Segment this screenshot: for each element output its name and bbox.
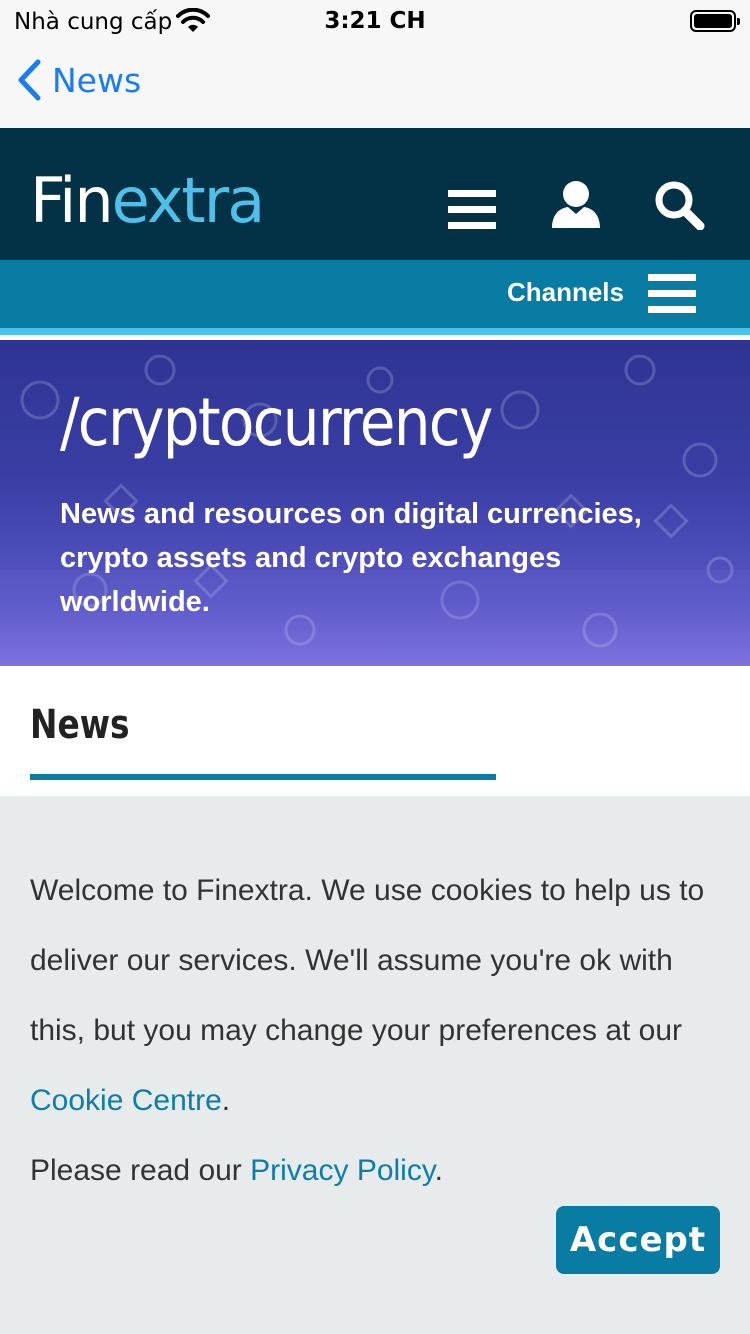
chevron-left-icon: [18, 59, 41, 101]
battery-icon: [690, 10, 740, 32]
news-section-header: News: [0, 666, 750, 796]
menu-icon[interactable]: [448, 190, 496, 230]
channels-menu-icon[interactable]: [648, 274, 696, 314]
privacy-policy-link[interactable]: Privacy Policy: [250, 1154, 434, 1187]
cookie-message-end: .: [221, 1084, 231, 1117]
logo-text-fin: Fin: [30, 164, 114, 237]
hero-description: News and resources on digital currencies…: [60, 498, 642, 618]
site-header: Finextra: [0, 128, 750, 260]
section-heading-underline: [30, 774, 496, 780]
back-button[interactable]: News: [16, 58, 141, 102]
hero-title: /cryptocurrency: [60, 384, 493, 461]
search-icon[interactable]: [654, 180, 706, 230]
hero-banner: /cryptocurrency News and resources on di…: [0, 340, 750, 666]
cookie-banner: Welcome to Finextra. We use cookies to h…: [0, 796, 750, 1334]
channels-label[interactable]: Channels: [507, 277, 624, 308]
cookie-message: Welcome to Finextra. We use cookies to h…: [30, 856, 730, 1136]
cookie-message-text: Welcome to Finextra. We use cookies to h…: [30, 874, 705, 1047]
clock: 3:21 CH: [324, 8, 426, 34]
cookie-centre-link[interactable]: Cookie Centre: [30, 1084, 222, 1117]
back-label: News: [52, 60, 142, 100]
privacy-message: Please read our Privacy Policy.: [30, 1136, 443, 1206]
logo-text-extra: extra: [111, 164, 266, 237]
section-heading: News: [30, 702, 130, 748]
finextra-logo[interactable]: Finextra: [30, 164, 266, 237]
navigation-bar: News: [0, 42, 750, 128]
header-divider: [0, 328, 750, 335]
user-icon[interactable]: [550, 180, 602, 228]
status-bar: Nhà cung cấp 3:21 CH: [0, 0, 750, 42]
privacy-prefix: Please read our: [30, 1154, 251, 1187]
accept-button[interactable]: Accept: [556, 1206, 720, 1274]
privacy-suffix: .: [434, 1154, 443, 1187]
channels-bar: Channels: [0, 260, 750, 328]
